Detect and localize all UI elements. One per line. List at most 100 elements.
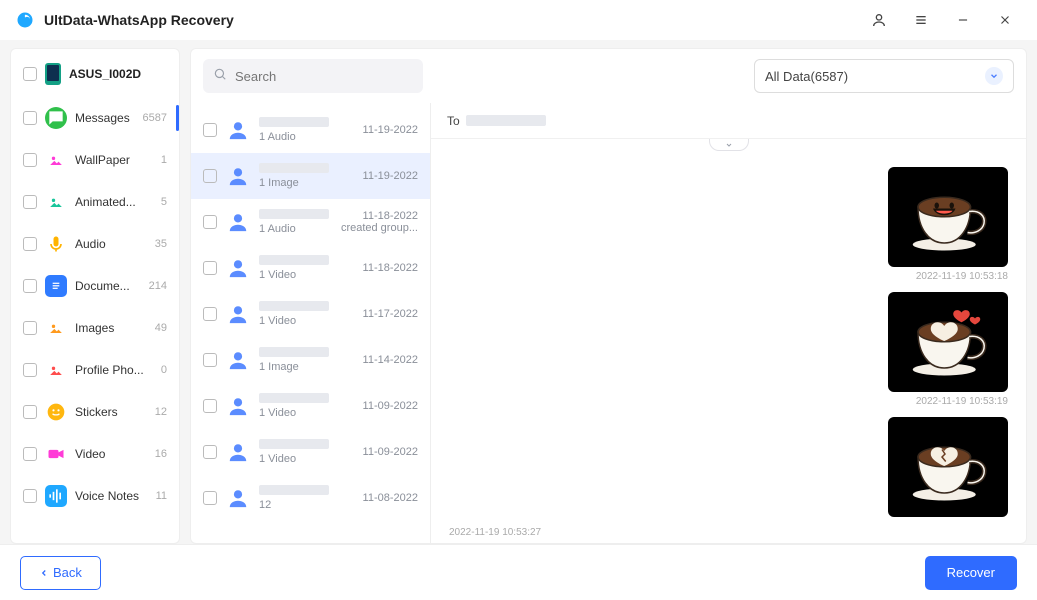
filter-dropdown[interactable]: All Data(6587) (754, 59, 1014, 93)
image-icon (45, 149, 67, 171)
category-count: 16 (155, 448, 167, 460)
minimize-icon[interactable] (947, 4, 979, 36)
conversation-date: 11-18-2022 (341, 210, 418, 222)
conversation-checkbox[interactable] (203, 169, 217, 183)
sidebar-item-stickers[interactable]: Stickers12 (15, 391, 175, 433)
image-icon (45, 317, 67, 339)
category-checkbox[interactable] (23, 321, 37, 335)
conversation-row[interactable]: 1 Video11-09-2022 (191, 383, 430, 429)
back-button-label: Back (53, 565, 82, 580)
category-checkbox[interactable] (23, 363, 37, 377)
user-icon (227, 303, 249, 325)
conversation-name-blurred (259, 209, 329, 219)
conversation-checkbox[interactable] (203, 445, 217, 459)
sidebar-item-audio[interactable]: Audio35 (15, 223, 175, 265)
conversation-name-blurred (259, 485, 329, 495)
conversation-list[interactable]: 1 Audio11-19-20221 Image11-19-20221 Audi… (191, 103, 431, 543)
conversation-row[interactable]: 1 Image11-19-2022 (191, 153, 430, 199)
category-checkbox[interactable] (23, 153, 37, 167)
category-label: Video (75, 447, 147, 461)
conversation-row[interactable]: 1 Image11-14-2022 (191, 337, 430, 383)
conversation-checkbox[interactable] (203, 491, 217, 505)
conversation-row[interactable]: 1211-08-2022 (191, 475, 430, 521)
chat-to-label: To (447, 114, 460, 128)
user-icon (227, 119, 249, 141)
sidebar-item-docume-[interactable]: Docume... 214 (15, 265, 175, 307)
category-label: Docume... (75, 279, 141, 293)
category-label: Voice Notes (75, 489, 148, 503)
close-icon[interactable] (989, 4, 1021, 36)
outgoing-message[interactable]: 2022-11-19 10:53:18 (888, 167, 1008, 282)
collapse-toggle[interactable] (709, 139, 749, 151)
sidebar-item-voice-notes[interactable]: Voice Notes11 (15, 475, 175, 517)
conversation-name-blurred (259, 347, 329, 357)
conversation-row[interactable]: 1 Video11-18-2022 (191, 245, 430, 291)
recover-button-label: Recover (947, 565, 995, 580)
app-logo-icon (16, 11, 34, 29)
chat-pane: To 2022-11-19 10:53:182022-11-19 10:53:1… (431, 103, 1026, 543)
menu-icon[interactable] (905, 4, 937, 36)
search-box[interactable] (203, 59, 423, 93)
conversation-checkbox[interactable] (203, 307, 217, 321)
conversation-row[interactable]: 1 Video11-17-2022 (191, 291, 430, 337)
main-area: ASUS_I002D Messages6587WallPaper1Animate… (0, 40, 1037, 544)
sidebar-item-messages[interactable]: Messages6587 (15, 97, 175, 139)
sticker-broken-icon (888, 417, 1008, 517)
category-label: WallPaper (75, 153, 153, 167)
category-count: 5 (161, 196, 167, 208)
conversation-date: 11-18-2022 (363, 262, 418, 274)
conversation-date: 11-19-2022 (363, 124, 418, 136)
search-input[interactable] (235, 69, 413, 84)
wave-icon (45, 485, 67, 507)
device-row[interactable]: ASUS_I002D (15, 57, 175, 97)
sidebar-item-wallpaper[interactable]: WallPaper1 (15, 139, 175, 181)
category-checkbox[interactable] (23, 489, 37, 503)
category-count: 49 (155, 322, 167, 334)
user-icon (227, 349, 249, 371)
user-icon (227, 211, 249, 233)
category-count: 214 (149, 280, 167, 292)
recover-button[interactable]: Recover (925, 556, 1017, 590)
category-checkbox[interactable] (23, 405, 37, 419)
video-icon (45, 443, 67, 465)
category-checkbox[interactable] (23, 195, 37, 209)
conversation-checkbox[interactable] (203, 353, 217, 367)
conversation-row[interactable]: 1 Audio11-18-2022created group... (191, 199, 430, 245)
collapse-bar (431, 139, 1026, 151)
conversation-date: 11-09-2022 (363, 446, 418, 458)
category-count: 6587 (143, 112, 167, 124)
device-name: ASUS_I002D (69, 67, 141, 81)
sidebar-item-video[interactable]: Video 16 (15, 433, 175, 475)
sidebar-item-images[interactable]: Images 49 (15, 307, 175, 349)
category-checkbox[interactable] (23, 447, 37, 461)
conversation-checkbox[interactable] (203, 261, 217, 275)
account-icon[interactable] (863, 4, 895, 36)
outgoing-message[interactable]: 2022-11-19 10:53:19 (888, 292, 1008, 407)
conversation-name-blurred (259, 301, 329, 311)
outgoing-message[interactable] (888, 417, 1008, 517)
category-label: Images (75, 321, 147, 335)
user-icon (227, 441, 249, 463)
smile-icon (45, 401, 67, 423)
sidebar-item-profile-pho-[interactable]: Profile Pho...0 (15, 349, 175, 391)
conversation-checkbox[interactable] (203, 123, 217, 137)
conversation-checkbox[interactable] (203, 399, 217, 413)
message-timestamp: 2022-11-19 10:53:19 (916, 396, 1008, 407)
conversation-checkbox[interactable] (203, 215, 217, 229)
category-checkbox[interactable] (23, 279, 37, 293)
conversation-row[interactable]: 1 Audio11-19-2022 (191, 107, 430, 153)
conversation-subtitle: 1 Video (259, 407, 353, 419)
device-checkbox[interactable] (23, 67, 37, 81)
conversation-subtitle: 12 (259, 499, 353, 511)
user-icon (227, 395, 249, 417)
sidebar-item-animated-[interactable]: Animated...5 (15, 181, 175, 223)
chat-body[interactable]: 2022-11-19 10:53:18 2022-11-19 10:53:19 20… (431, 151, 1026, 543)
back-button[interactable]: Back (20, 556, 101, 590)
conversation-subtitle: 1 Video (259, 453, 353, 465)
conversation-row[interactable]: 1 Video 11-09-2022 (191, 429, 430, 475)
category-checkbox[interactable] (23, 111, 37, 125)
conversation-subtitle: 1 Video (259, 315, 353, 327)
incoming-timestamp: 2022-11-19 10:53:27 (449, 527, 541, 538)
search-icon (213, 67, 227, 86)
category-checkbox[interactable] (23, 237, 37, 251)
